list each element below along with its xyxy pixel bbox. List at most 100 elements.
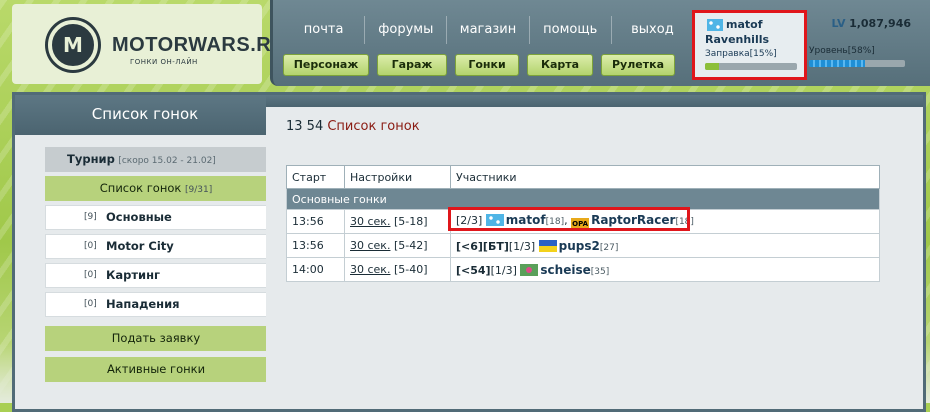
category-count: [0] [84, 241, 97, 251]
roulette-button[interactable]: Рулетка [601, 54, 675, 76]
player-level: [35] [590, 266, 610, 277]
column-settings: Настройки [344, 165, 451, 189]
race-start: 13:56 [286, 209, 345, 234]
fuel-bar-fill [705, 63, 719, 70]
category-count: [0] [84, 270, 97, 280]
category-label: Motor City [106, 239, 174, 253]
race-restriction: [<54] [456, 263, 491, 277]
main-panel-header [266, 95, 923, 107]
race-restriction: [<6][БТ] [456, 239, 509, 253]
sidebar-item-race-list[interactable]: Список гонок [9/31] [45, 176, 267, 201]
category-label: Нападения [106, 297, 180, 311]
nav-logout[interactable]: выход [612, 16, 693, 44]
site-logo[interactable]: M MOTORWARS.RU ГОНКИ ОН-ЛАЙН [12, 4, 286, 84]
nav-mail[interactable]: почта [283, 16, 366, 44]
race-level-range: [5-40] [393, 263, 428, 276]
user-team-flag-icon [707, 19, 723, 31]
category-label: Основные [106, 210, 172, 224]
nav-help[interactable]: помощь [530, 16, 612, 44]
race-settings: 30 сек. [5-42] [344, 233, 451, 258]
team-flag-icon [485, 214, 504, 226]
race-participants: [2/3] matof[18], OPA RaptorRacer[18] [450, 209, 880, 234]
logo-title: MOTORWARS.RU [112, 34, 287, 56]
sidebar-title: Список гонок [15, 95, 275, 135]
nav-forums-label: форумы [378, 22, 434, 37]
race-slots[interactable]: [1/3] [491, 264, 517, 277]
race-participants: [<6][БТ][1/3] pups2[27] [450, 233, 880, 258]
player-name[interactable]: matof [506, 213, 546, 227]
level-line: LV 1,087,946 [832, 17, 911, 30]
garage-button[interactable]: Гараж [377, 54, 447, 76]
group-label: Основные гонки [286, 188, 880, 210]
race-settings-link[interactable]: 30 сек. [350, 215, 390, 228]
team-flag-icon [538, 239, 557, 252]
races-button[interactable]: Гонки [455, 54, 519, 76]
top-links: почта форумы магазин помощь выход [283, 16, 693, 44]
level-progress-bar [809, 60, 905, 67]
player-level: [18] [675, 217, 694, 227]
table-row: 14:00 30 сек. [5-40] [<54][1/3] scheise[… [286, 257, 880, 282]
category-label: Картинг [106, 268, 161, 282]
race-start: 13:56 [286, 233, 345, 258]
character-button[interactable]: Персонаж [283, 54, 369, 76]
race-participants: [<54][1/3] scheise[35] [450, 257, 880, 282]
level-prefix: LV [831, 17, 846, 30]
level-progress-fill [809, 60, 865, 67]
race-level-range: [5-18] [393, 215, 428, 228]
player-level: [18] [545, 217, 565, 227]
active-races-button[interactable]: Активные гонки [45, 357, 267, 382]
player-name[interactable]: RaptorRacer [591, 213, 675, 227]
page-title-text: Список гонок [327, 119, 420, 134]
race-slots[interactable]: [1/3] [509, 240, 535, 253]
main-buttons: Персонаж Гараж Гонки Карта Рулетка [283, 54, 675, 76]
table-header-row: Старт Настройки Участники [286, 165, 880, 189]
apply-button[interactable]: Подать заявку [45, 326, 267, 351]
player-level: [27] [599, 242, 619, 253]
race-list-count: [9/31] [184, 185, 213, 195]
table-row: 13:56 30 сек. [5-18] [2/3] matof[18], OP… [286, 209, 880, 234]
user-city[interactable]: Ravenhills [705, 33, 769, 46]
column-start: Старт [286, 165, 345, 189]
race-settings: 30 сек. [5-40] [344, 257, 451, 282]
category-count: [0] [84, 299, 97, 309]
level-progress-label: Уровень[58%] [809, 46, 875, 56]
player-name[interactable]: pups2 [559, 239, 600, 253]
fuel-label: Заправка[15%] [705, 49, 777, 59]
nav-logout-label: выход [631, 22, 674, 37]
race-list-label: Список гонок [99, 181, 182, 195]
map-button[interactable]: Карта [527, 54, 593, 76]
sidebar-item-attacks[interactable]: [0] Нападения [45, 292, 267, 317]
level-value: 1,087,946 [849, 17, 911, 30]
nav-shop-label: магазин [459, 22, 517, 37]
team-flag-icon [520, 263, 539, 276]
user-info-box: matof Ravenhills Заправка[15%] [692, 10, 807, 80]
logo-subtitle: ГОНКИ ОН-ЛАЙН [130, 58, 198, 66]
race-level-range: [5-42] [393, 239, 428, 252]
sidebar-item-motor-city[interactable]: [0] Motor City [45, 234, 267, 259]
main-panel: 13 54 Список гонок Старт Настройки Участ… [266, 92, 926, 412]
tournament-label: Турнир [67, 152, 115, 166]
team-flag-icon: OPA [571, 218, 590, 230]
user-name[interactable]: matof [726, 18, 763, 31]
sidebar-item-main[interactable]: [9] Основные [45, 205, 267, 230]
level-box: LV 1,087,946 Уровень[58%] [809, 10, 919, 80]
player-name[interactable]: scheise [540, 263, 590, 277]
nav-forums[interactable]: форумы [365, 16, 448, 44]
server-time: 13 54 [286, 119, 324, 134]
nav-help-label: помощь [543, 22, 598, 37]
sidebar-item-karting[interactable]: [0] Картинг [45, 263, 267, 288]
race-settings-link[interactable]: 30 сек. [350, 263, 390, 276]
sidebar-item-tournament[interactable]: Турнир [скоро 15.02 - 21.02] [45, 147, 267, 172]
player-separator: , [564, 214, 572, 227]
race-start: 14:00 [286, 257, 345, 282]
logo-emblem-icon: M [48, 20, 98, 70]
tournament-note: [скоро 15.02 - 21.02] [118, 156, 216, 166]
race-settings-link[interactable]: 30 сек. [350, 239, 390, 252]
group-row: Основные гонки [286, 188, 880, 210]
race-slots[interactable]: [2/3] [456, 214, 482, 227]
nav-shop[interactable]: магазин [447, 16, 530, 44]
column-participants: Участники [450, 165, 880, 189]
nav-mail-label: почта [303, 22, 344, 37]
table-row: 13:56 30 сек. [5-42] [<6][БТ][1/3] pups2… [286, 233, 880, 258]
race-table: Старт Настройки Участники Основные гонки… [286, 165, 880, 282]
